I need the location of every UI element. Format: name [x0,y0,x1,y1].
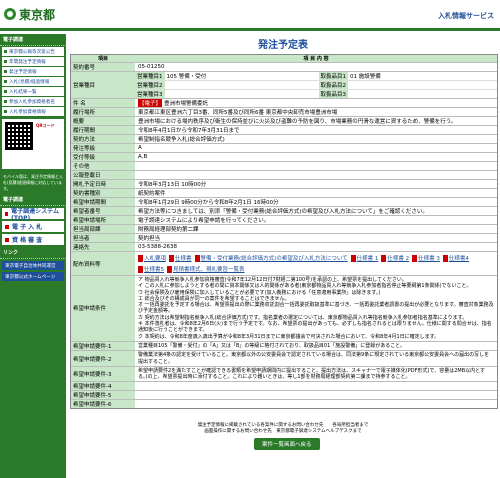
page-title: 発注予定表 [258,40,308,51]
sidebar-section-title: 電子調達 [0,34,66,46]
sidebar-item-order-plan[interactable]: 発注予定情報 [2,67,64,76]
pdf-icon [138,265,143,273]
attachment-link[interactable]: 入札要項 [138,254,166,262]
table-row: 希望申請要件-5 [71,390,497,400]
table-row-eigyo: 営業種目 営業種目1 105 警備・受付 取扱品目1 01 施設警備 営業種目2 取扱品… [71,71,497,98]
sidebar-section-title: リンク [0,247,66,259]
attachment-link[interactable]: 仕様書4 [442,254,469,262]
table-row: その他 [71,161,497,170]
tokyo-logo[interactable]: 東京都 [4,7,56,22]
attachment-link[interactable]: 仕様書 [169,254,192,262]
pdf-icon [138,254,143,262]
table-row: 発注等級 A [71,143,497,152]
pdf-icon [194,254,200,262]
sidebar-item-qualification[interactable]: 入札参加資格情報 [2,107,64,116]
header-content: 項 目 内 容 [303,56,329,62]
table-row: 希望申請期間 令和8年1月29日 9時00分から令和8年2月1日 16時00分 [71,197,497,206]
table-row: 契約番号 05-01250 [71,62,497,71]
eigyo-label: 営業種目1 [135,72,165,80]
bullet-icon [5,237,9,242]
table-header: 項目 項 目 内 容 [71,55,497,62]
table-row: 希望申請要件-1 営業種目105「警備・受付」の「A」又は「B」の等級に格付されて… [71,340,497,351]
bullet-icon [5,211,9,216]
bullet-icon [4,70,7,73]
bullet-icon [4,110,7,113]
pdf-icon [350,254,356,262]
table-row: 受付等級 A,B [71,152,497,161]
table-row: 契約方法 希望制指名競争入札(総合評価方式) [71,134,497,143]
table-row: 公報登載日 [71,170,497,179]
sidebar-item-koho[interactable]: 東京都公報等次第公告 [2,47,64,56]
e-bid-button[interactable]: 電 子 入 札 [2,221,64,232]
sidebar-item-bid-progress[interactable]: 入札(見積)経過情報 [2,77,64,86]
table-row: 連絡先 03-5388-2638 [71,242,497,251]
table-row: 履行期間 令和8年4月1日から令和7年3月31日まで [71,125,497,134]
system-title: 入札情報サービス [438,12,494,20]
bullet-icon [4,80,7,83]
pdf-icon [167,265,172,273]
bullet-icon [4,100,7,103]
sidebar-item-annual-plan[interactable]: 年間発注予定情報 [2,57,64,66]
table-row: 開札予定日時 令和8年3月13日 10時00分 [71,179,497,188]
table-row: 件 名【電子】 豊洲市場警備委託 [71,98,497,107]
sidebar-item-bid-results[interactable]: 入札結果一覧 [2,87,64,96]
footer-line: 画面操作に関するお問い合わせ先 東京都電子調達システムヘルプデスクまで [204,429,362,434]
conditions-text: ア 物品買入れ等競争入札参加資格審査(令和7年12月12日付7財経二第100号)… [135,276,497,341]
table-row: 希望申請場所 電子調達システムにより希望申請を行ってください。 [71,215,497,224]
qualification-button[interactable]: 資 格 審 査 [2,234,64,245]
attachment-link[interactable]: 仕様書 2 [381,254,409,262]
electronic-tag: 【電子】 [138,99,163,107]
e-procurement-top-button[interactable]: 電子調達システム(TOP) [2,208,64,222]
table-row: 担当局部課 財務局経理部契約第二課 [71,224,497,233]
logo-text: 東京都 [19,7,56,22]
bullet-icon [4,50,7,53]
pdf-icon [442,254,448,262]
main-content: 発注予定表 項目 項 目 内 容 契約番号 05-01250 営業種目 営業種目1… [70,34,498,478]
table-row: 希望申請要件-6 [71,399,497,409]
back-to-list-button[interactable]: 案件一覧画面へ戻る [254,438,320,450]
attachment-link[interactable]: 見積書様式、現札要旨一覧表 [167,265,245,273]
table-row: 希望申請要件-4 [71,381,497,391]
detail-table: 項目 項 目 内 容 契約番号 05-01250 営業種目 営業種目1 105 警備… [70,54,498,410]
tokyo-emblem-icon [4,8,16,20]
attachment-link[interactable]: 仕様書5 [138,265,164,273]
link-joint-operation[interactable]: 東京電子自治体共同運営 [2,261,64,270]
mobile-note: モバイル版は、発注予定情報と入札(見積)経過情報に対応しています。 [3,174,63,191]
footer: 発注予定情報に掲載されている各案件に関するお問い合わせ先 各局所担当者まで 画面… [70,423,496,435]
pdf-icon [381,254,387,262]
pdf-icon [412,254,418,262]
bullet-icon [4,90,7,93]
table-row: 希望者番号 希望方法等につきましては、別添「警備・受付業務(総合評価方式)の希望及… [71,206,497,215]
bullet-icon [5,224,9,229]
attachment-link[interactable]: 仕様書 3 [412,254,440,262]
link-tokyo-official[interactable]: 東京都公式ホームページ [2,272,64,281]
qr-label: QRコード [36,123,55,128]
qr-code-icon [5,122,33,150]
bullet-icon [4,60,7,63]
table-row: 契約書種別 紙契約案件 [71,188,497,197]
table-row: 希望申請要件-2 警備業法第4条の認定を受けていること。東京都以外の公安委員会で認… [71,350,497,366]
table-row: 希望申請要件-3 希望申請要件2を満たすことが確認できる書類を希望申請期間内に提出… [71,365,497,382]
attachment-link[interactable]: 仕様書 1 [350,254,378,262]
table-row: 担当者 契約担当 [71,233,497,242]
sidebar-section-title: 電子調達 [0,194,66,206]
sidebar: 電子調達 東京都公報等次第公告 年間発注予定情報 発注予定情報 入札(見積)経過… [0,34,66,478]
attachment-link[interactable]: 警備・受付業務(総合評価方式)の希望及び入札方法について [194,254,348,262]
table-row: 履行場所 東京都江東区豊洲六丁目3番、同所5番及び同所6番 東京都中央卸売市場豊洲… [71,107,497,116]
sidebar-item-qualified[interactable]: 参加入札参加資格者名 [2,97,64,106]
top-bar: 東京都 入札情報サービス [0,0,500,31]
table-row-attachments: 配布資料等 入札要項 仕様書 警備・受付業務(総合評価方式)の希望及び入札方法に… [71,251,497,275]
table-row: 概要 豊洲市場における場内秩序及び衛生の保持並びに火災及び盗難の予防を図り、市場業… [71,116,497,125]
table-row-conditions: 希望申請条件 ア 物品買入れ等競争入札参加資格審査(令和7年12月12日付7財経… [71,275,497,341]
header-item: 項目 [97,56,108,62]
pdf-icon [169,254,175,262]
qr-box: QRコード [2,119,64,169]
